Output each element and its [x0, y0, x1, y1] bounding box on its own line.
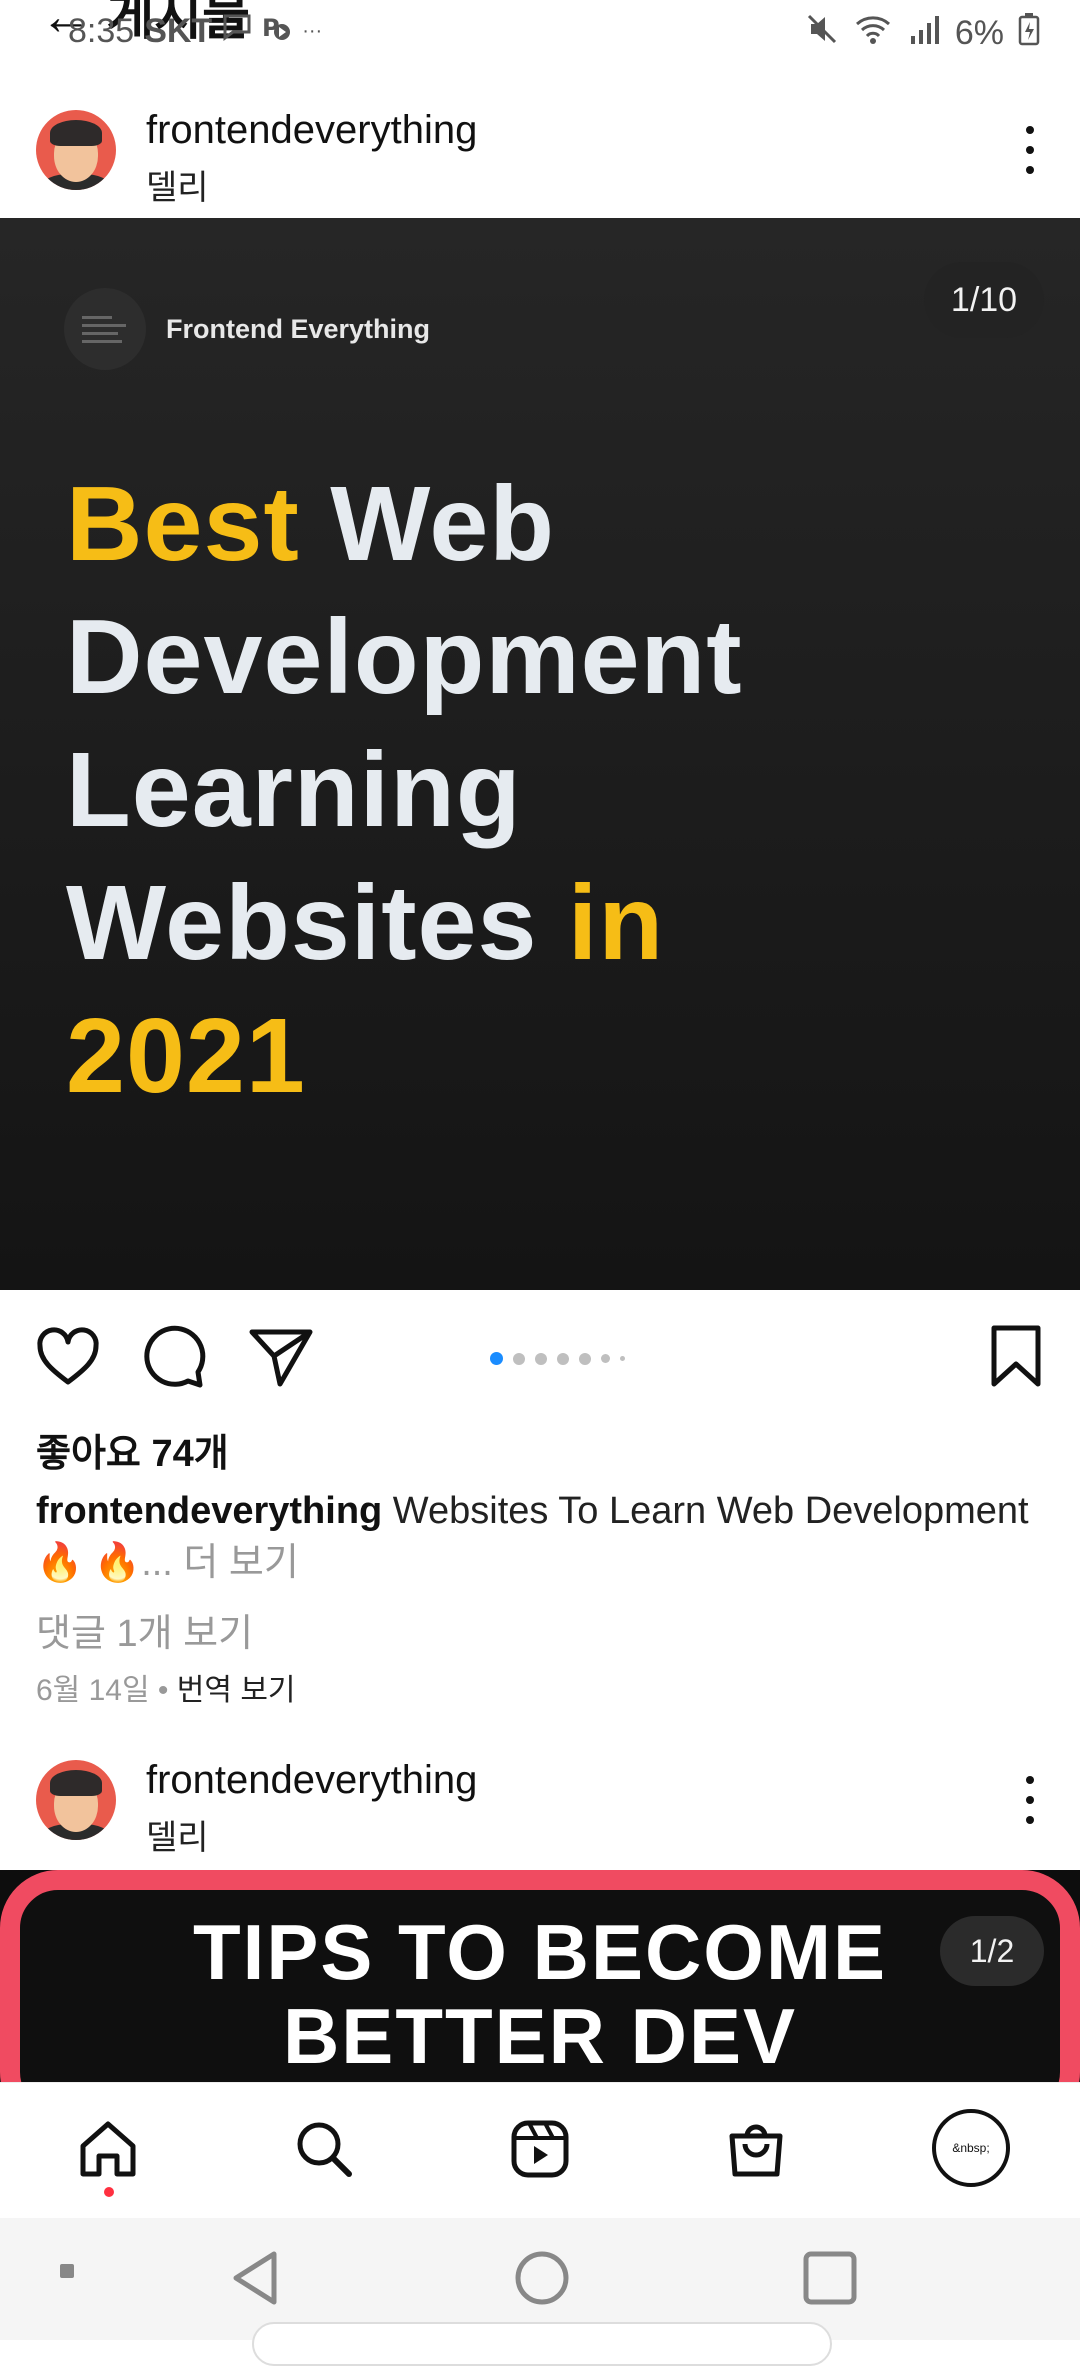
avatar[interactable]: [36, 1760, 116, 1840]
headline-line2: Development: [66, 598, 743, 716]
more-notifications-icon: ···: [302, 20, 323, 42]
carousel-dot: [601, 1354, 610, 1363]
meta-separator: •: [149, 1674, 177, 1707]
system-navigation-bar: [0, 2218, 1080, 2366]
headline-line3: Learning: [66, 731, 522, 849]
post-meta: 6월 14일 • 번역 보기: [36, 1665, 296, 1709]
brand-logo: [64, 288, 146, 370]
play-badge-icon: P: [262, 12, 292, 51]
search-icon[interactable]: [288, 2113, 360, 2185]
wifi-icon: [853, 12, 893, 55]
signal-icon: [907, 12, 941, 55]
battery-percent: 6%: [954, 14, 1004, 52]
bookmark-icon[interactable]: [980, 1320, 1052, 1392]
carousel-dot-active: [490, 1352, 503, 1365]
notification-dot: [104, 2187, 114, 2197]
likes-count[interactable]: 좋아요 74개: [36, 1422, 229, 1477]
carousel-dot: [535, 1352, 547, 1365]
shop-bag-icon[interactable]: [720, 2113, 792, 2185]
headline-year: 2021: [66, 997, 306, 1115]
avatar[interactable]: [36, 110, 116, 190]
brand-name: Frontend Everything: [166, 313, 431, 344]
post-location[interactable]: 델리: [146, 160, 209, 209]
profile-placeholder: &nbsp;: [952, 2141, 990, 2155]
home-circle-icon[interactable]: [512, 2248, 572, 2313]
recent-dot-icon: [58, 2262, 76, 2285]
back-triangle-icon[interactable]: [228, 2248, 282, 2313]
post-image[interactable]: TIPS TO BECOME BETTER DEV 1/2: [0, 1870, 1080, 2082]
brand-row: Frontend Everything: [64, 288, 430, 370]
caption-username[interactable]: frontendeverything: [36, 1490, 382, 1532]
status-time: 8:35: [68, 12, 135, 50]
carousel-dot: [557, 1352, 569, 1365]
headline-in: in: [567, 864, 665, 982]
like-heart-icon[interactable]: [32, 1320, 104, 1392]
home-icon[interactable]: [72, 2113, 144, 2185]
translate-link[interactable]: 번역 보기: [177, 1674, 296, 1707]
status-carrier: SKT: [144, 12, 213, 50]
post-caption[interactable]: frontendeverything Websites To Learn Web…: [36, 1485, 1056, 1589]
more-options-button[interactable]: [1010, 1770, 1050, 1830]
battery-icon: [1018, 12, 1040, 55]
status-left: 8:35 SKT P ···: [68, 12, 322, 51]
post2-title: TIPS TO BECOME BETTER DEV: [0, 1910, 1080, 2078]
post-username[interactable]: frontendeverything: [146, 1758, 477, 1803]
caption-emoji: 🔥 🔥: [36, 1542, 142, 1584]
post-image[interactable]: Frontend Everything 1/10 Best Web Develo…: [0, 218, 1080, 1290]
reels-icon[interactable]: [504, 2113, 576, 2185]
view-comments-link[interactable]: 댓글 1개 보기: [36, 1602, 253, 1657]
profile-avatar-button[interactable]: &nbsp;: [932, 2109, 1010, 2187]
bottom-nav: &nbsp;: [0, 2082, 1080, 2219]
recents-square-icon[interactable]: [800, 2248, 860, 2313]
carousel-counter: 1/10: [924, 262, 1044, 338]
message-icon: [222, 12, 252, 51]
mute-icon: [805, 12, 839, 55]
status-bar: ← 게시물 8:35 SKT P ··· 6%: [0, 0, 1080, 70]
post-location[interactable]: 델리: [146, 1810, 209, 1859]
carousel-dot: [620, 1356, 625, 1361]
more-options-button[interactable]: [1010, 120, 1050, 180]
comment-bubble-icon[interactable]: [138, 1320, 210, 1392]
carousel-counter: 1/2: [940, 1916, 1044, 1986]
post-headline: Best Web Development Learning Websites i…: [66, 458, 743, 1123]
share-send-icon[interactable]: [244, 1320, 316, 1392]
post-header: frontendeverything 델리: [0, 70, 1080, 220]
carousel-dot: [513, 1352, 525, 1365]
headline-websites: Websites: [66, 864, 568, 982]
post2-title-line1: TIPS TO BECOME: [193, 1908, 887, 1996]
headline-web: Web: [299, 465, 556, 583]
caption-more[interactable]: ... 더 보기: [141, 1542, 299, 1584]
post2-title-line2: BETTER DEV: [282, 1992, 798, 2080]
post-date: 6월 14일: [36, 1674, 150, 1707]
post-username[interactable]: frontendeverything: [146, 108, 477, 153]
caption-text: Websites To Learn Web Development: [382, 1490, 1029, 1532]
headline-best: Best: [66, 465, 300, 583]
carousel-dots: [490, 1352, 625, 1365]
carousel-dot: [579, 1352, 591, 1365]
post-header: frontendeverything 델리: [0, 1720, 1080, 1870]
gesture-bar: [252, 2322, 832, 2366]
status-right: 6%: [805, 12, 1040, 55]
post-actions: [0, 1290, 1080, 1420]
